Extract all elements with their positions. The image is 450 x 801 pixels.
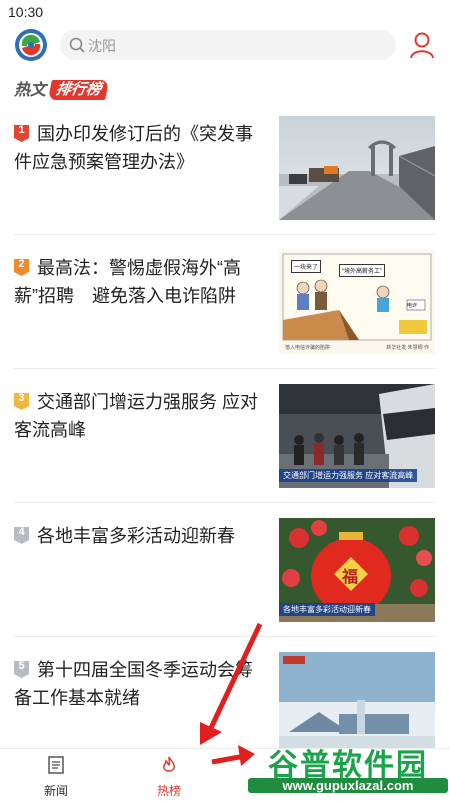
tab-hot-label: 热榜 xyxy=(156,784,181,798)
news-thumbnail[interactable]: 一块来了 “境外高薪务工” 电诈 落入电信诈骗的陷阱 新华社发 朱慧卿 作 xyxy=(279,250,435,354)
divider xyxy=(14,368,436,369)
ranking-prefix: 热文 xyxy=(14,82,47,99)
cartoon-bubble-right: “境外高薪务工” xyxy=(339,264,385,277)
search-placeholder: 沈阳 xyxy=(88,38,116,54)
status-bar: 10:30 xyxy=(0,0,450,24)
list-item[interactable]: 4 各地丰富多彩活动迎新春 福 各地丰富多彩活动迎新春 xyxy=(0,514,450,638)
tab-news[interactable]: 新闻 xyxy=(26,755,86,799)
divider xyxy=(14,234,436,235)
rank-badge: 3 xyxy=(14,390,29,410)
news-icon xyxy=(48,756,64,774)
cartoon-footer-right: 新华社发 朱慧卿 作 xyxy=(386,345,429,351)
cartoon-sign: 电诈 xyxy=(407,303,418,309)
list-item[interactable]: 2 最高法：警惕虚假海外“高薪”招聘 避免落入电诈陷阱 一块来了 “境外高薪务工… xyxy=(0,246,450,370)
news-thumbnail[interactable]: 福 各地丰富多彩活动迎新春 xyxy=(279,518,435,622)
flame-icon xyxy=(163,756,175,772)
rank-badge: 4 xyxy=(14,524,29,544)
ranking-tag: 排行榜 xyxy=(48,80,109,100)
news-title[interactable]: 5 第十四届全国冬季运动会筹备工作基本就绪 xyxy=(14,656,264,712)
thumbnail-caption: 各地丰富多彩活动迎新春 xyxy=(279,603,375,616)
tab-hot[interactable]: 热榜 xyxy=(139,755,199,799)
rank-badge: 2 xyxy=(14,256,29,276)
divider xyxy=(14,502,436,503)
user-icon[interactable] xyxy=(409,31,435,59)
app-logo-icon[interactable] xyxy=(14,28,48,62)
tab-news-label: 新闻 xyxy=(43,784,68,798)
divider xyxy=(14,636,436,637)
search-icon xyxy=(69,37,85,53)
rank-badge: 5 xyxy=(14,658,29,678)
news-thumbnail[interactable]: 交通部门增运力强服务 应对客流高峰 xyxy=(279,384,435,488)
list-item[interactable]: 3 交通部门增运力强服务 应对客流高峰 交通部门增运力强服务 应对客流高峰 xyxy=(0,380,450,504)
watermark-url: www.gupuxlazal.com xyxy=(248,778,448,793)
cartoon-bubble-left: 一块来了 xyxy=(291,260,322,273)
fu-character: 福 xyxy=(342,569,359,586)
header: 沈阳 xyxy=(0,26,450,66)
news-title[interactable]: 2 最高法：警惕虚假海外“高薪”招聘 避免落入电诈陷阱 xyxy=(14,254,264,310)
news-title[interactable]: 3 交通部门增运力强服务 应对客流高峰 xyxy=(14,388,264,444)
cartoon-footer-left: 落入电信诈骗的陷阱 xyxy=(285,345,331,351)
thumbnail-caption: 交通部门增运力强服务 应对客流高峰 xyxy=(279,469,418,482)
status-time: 10:30 xyxy=(8,4,44,20)
rank-badge: 1 xyxy=(14,122,29,142)
news-title[interactable]: 1 国办印发修订后的《突发事件应急预案管理办法》 xyxy=(14,120,264,176)
news-thumbnail[interactable] xyxy=(279,116,435,220)
search-input[interactable]: 沈阳 xyxy=(60,30,396,60)
list-item[interactable]: 1 国办印发修订后的《突发事件应急预案管理办法》 xyxy=(0,112,450,236)
hot-ranking-heading: 热文 排行榜 xyxy=(14,80,109,102)
news-title[interactable]: 4 各地丰富多彩活动迎新春 xyxy=(14,522,264,550)
watermark: 谷普软件园 www.gupuxlazal.com xyxy=(248,740,448,796)
